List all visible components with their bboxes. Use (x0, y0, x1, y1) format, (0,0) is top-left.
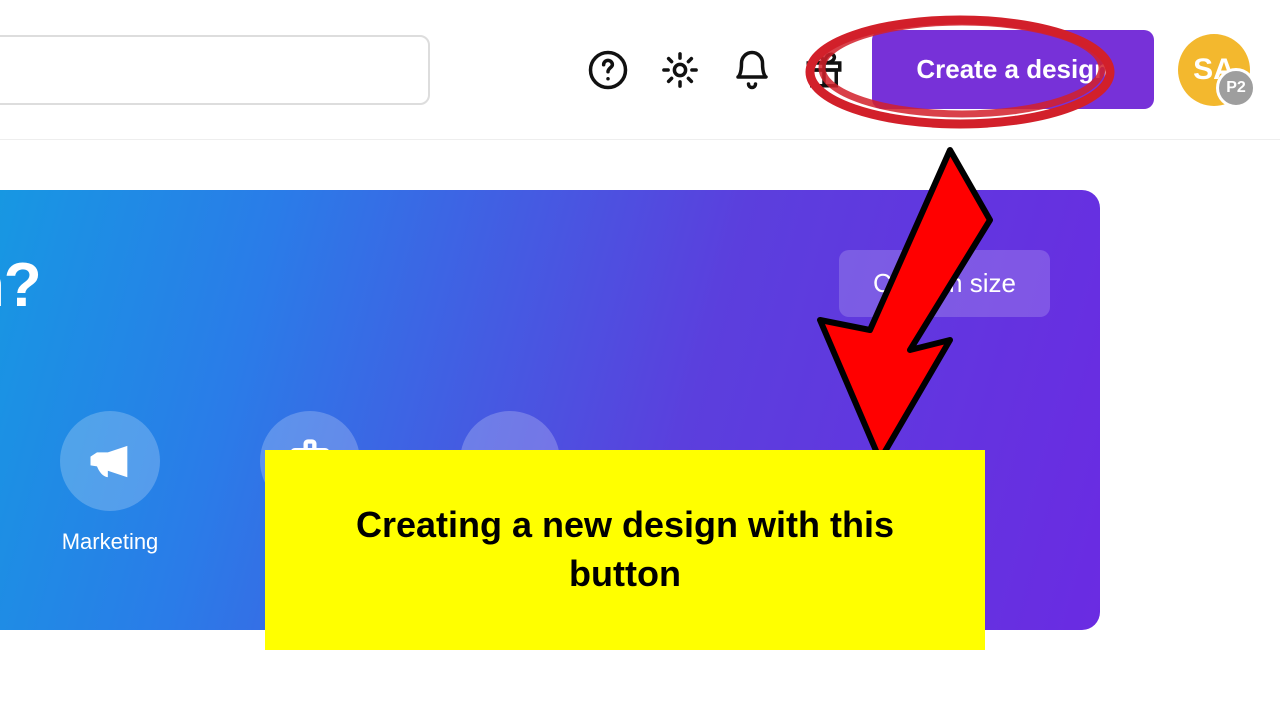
bell-icon[interactable] (728, 46, 776, 94)
create-design-button[interactable]: Create a design (872, 30, 1154, 109)
help-icon[interactable] (584, 46, 632, 94)
gear-icon[interactable] (656, 46, 704, 94)
annotation-caption: Creating a new design with this button (325, 501, 925, 598)
avatar[interactable]: SA P2 (1178, 34, 1250, 106)
category-marketing[interactable]: Marketing (60, 411, 160, 555)
search-input[interactable] (0, 35, 430, 105)
annotation-caption-box: Creating a new design with this button (265, 450, 985, 650)
gift-icon[interactable] (800, 46, 848, 94)
custom-size-button[interactable]: Custom size (839, 250, 1050, 317)
megaphone-icon (60, 411, 160, 511)
avatar-badge: P2 (1216, 68, 1256, 108)
top-header: Create a design SA P2 (0, 0, 1280, 140)
category-label: Marketing (62, 529, 159, 555)
